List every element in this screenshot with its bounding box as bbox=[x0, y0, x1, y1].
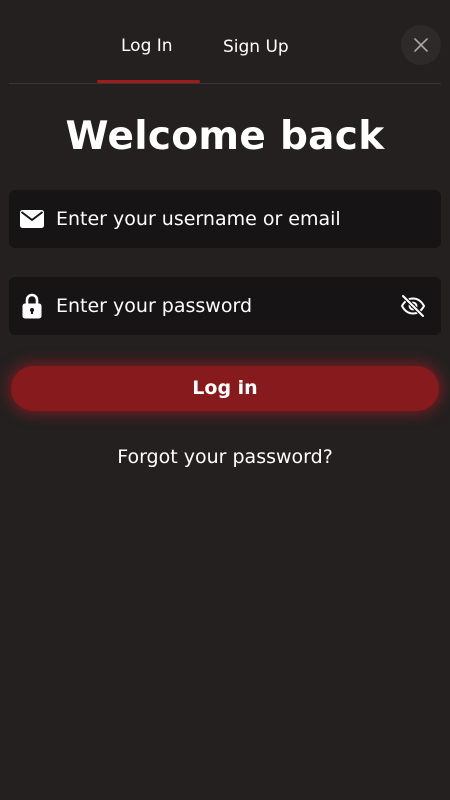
tab-sign-up[interactable]: Sign Up bbox=[223, 37, 289, 57]
forgot-password-link[interactable]: Forgot your password? bbox=[0, 446, 450, 468]
close-button[interactable] bbox=[401, 25, 441, 65]
log-in-button[interactable]: Log in bbox=[11, 366, 439, 411]
eye-slash-icon bbox=[400, 294, 426, 318]
tab-log-in[interactable]: Log In bbox=[121, 36, 173, 56]
password-visibility-toggle[interactable] bbox=[400, 293, 426, 319]
password-input[interactable] bbox=[56, 277, 386, 335]
password-field[interactable] bbox=[9, 277, 441, 335]
page-title: Welcome back bbox=[65, 114, 385, 159]
close-icon bbox=[414, 38, 428, 52]
envelope-icon bbox=[20, 207, 44, 231]
active-tab-indicator bbox=[97, 80, 200, 83]
lock-icon bbox=[20, 293, 44, 319]
auth-tabs: Log In Sign Up bbox=[9, 0, 441, 84]
username-field[interactable] bbox=[9, 190, 441, 248]
login-screen: Log In Sign Up Welcome back Enter your u… bbox=[0, 0, 450, 800]
username-input[interactable] bbox=[56, 190, 386, 248]
